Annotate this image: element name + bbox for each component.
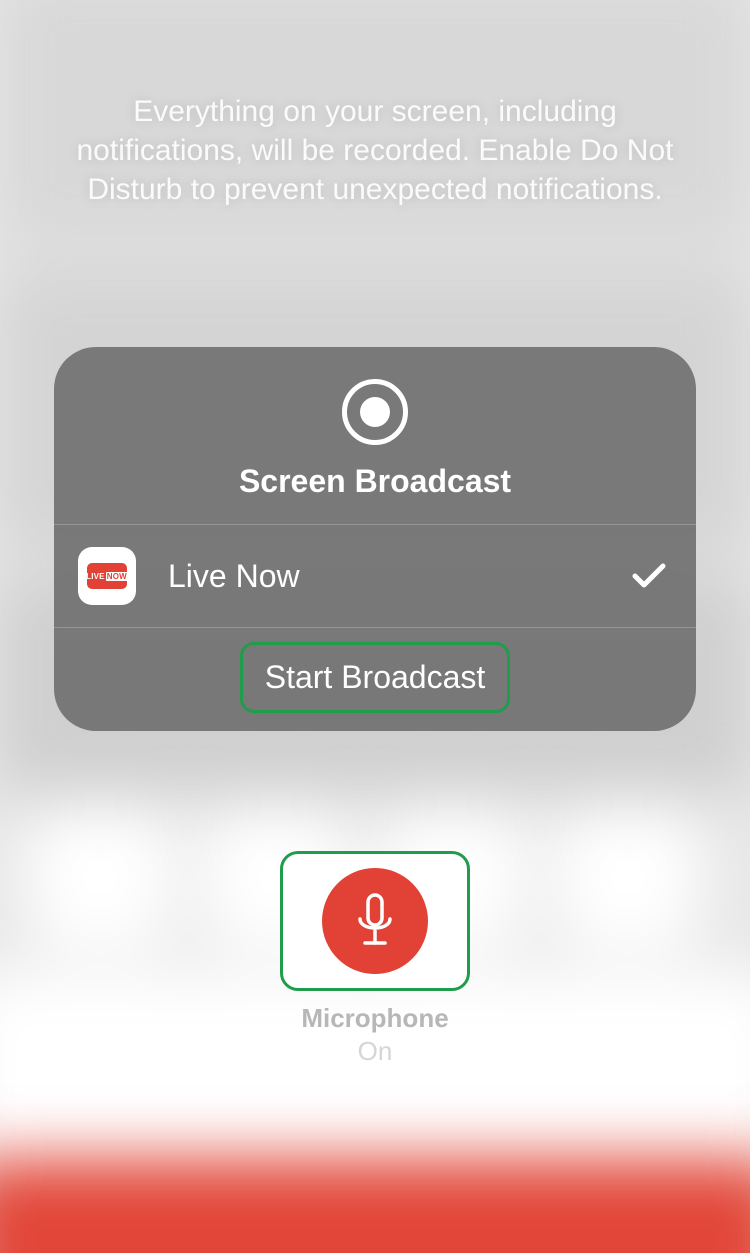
microphone-icon [322,868,428,974]
checkmark-icon [632,562,666,590]
recording-warning-text: Everything on your screen, including not… [55,92,695,209]
microphone-toggle[interactable] [280,851,470,991]
panel-title: Screen Broadcast [239,463,511,500]
microphone-label: Microphone [301,1003,448,1034]
live-now-app-icon: LIVENOW [78,547,136,605]
panel-header: Screen Broadcast [54,347,696,524]
broadcast-app-name: Live Now [168,558,632,595]
microphone-status: On [358,1036,393,1067]
start-broadcast-button[interactable]: Start Broadcast [240,642,511,713]
screen-broadcast-panel: Screen Broadcast LIVENOW Live Now Start … [54,347,696,731]
record-icon [342,379,408,445]
broadcast-app-row[interactable]: LIVENOW Live Now [54,524,696,628]
